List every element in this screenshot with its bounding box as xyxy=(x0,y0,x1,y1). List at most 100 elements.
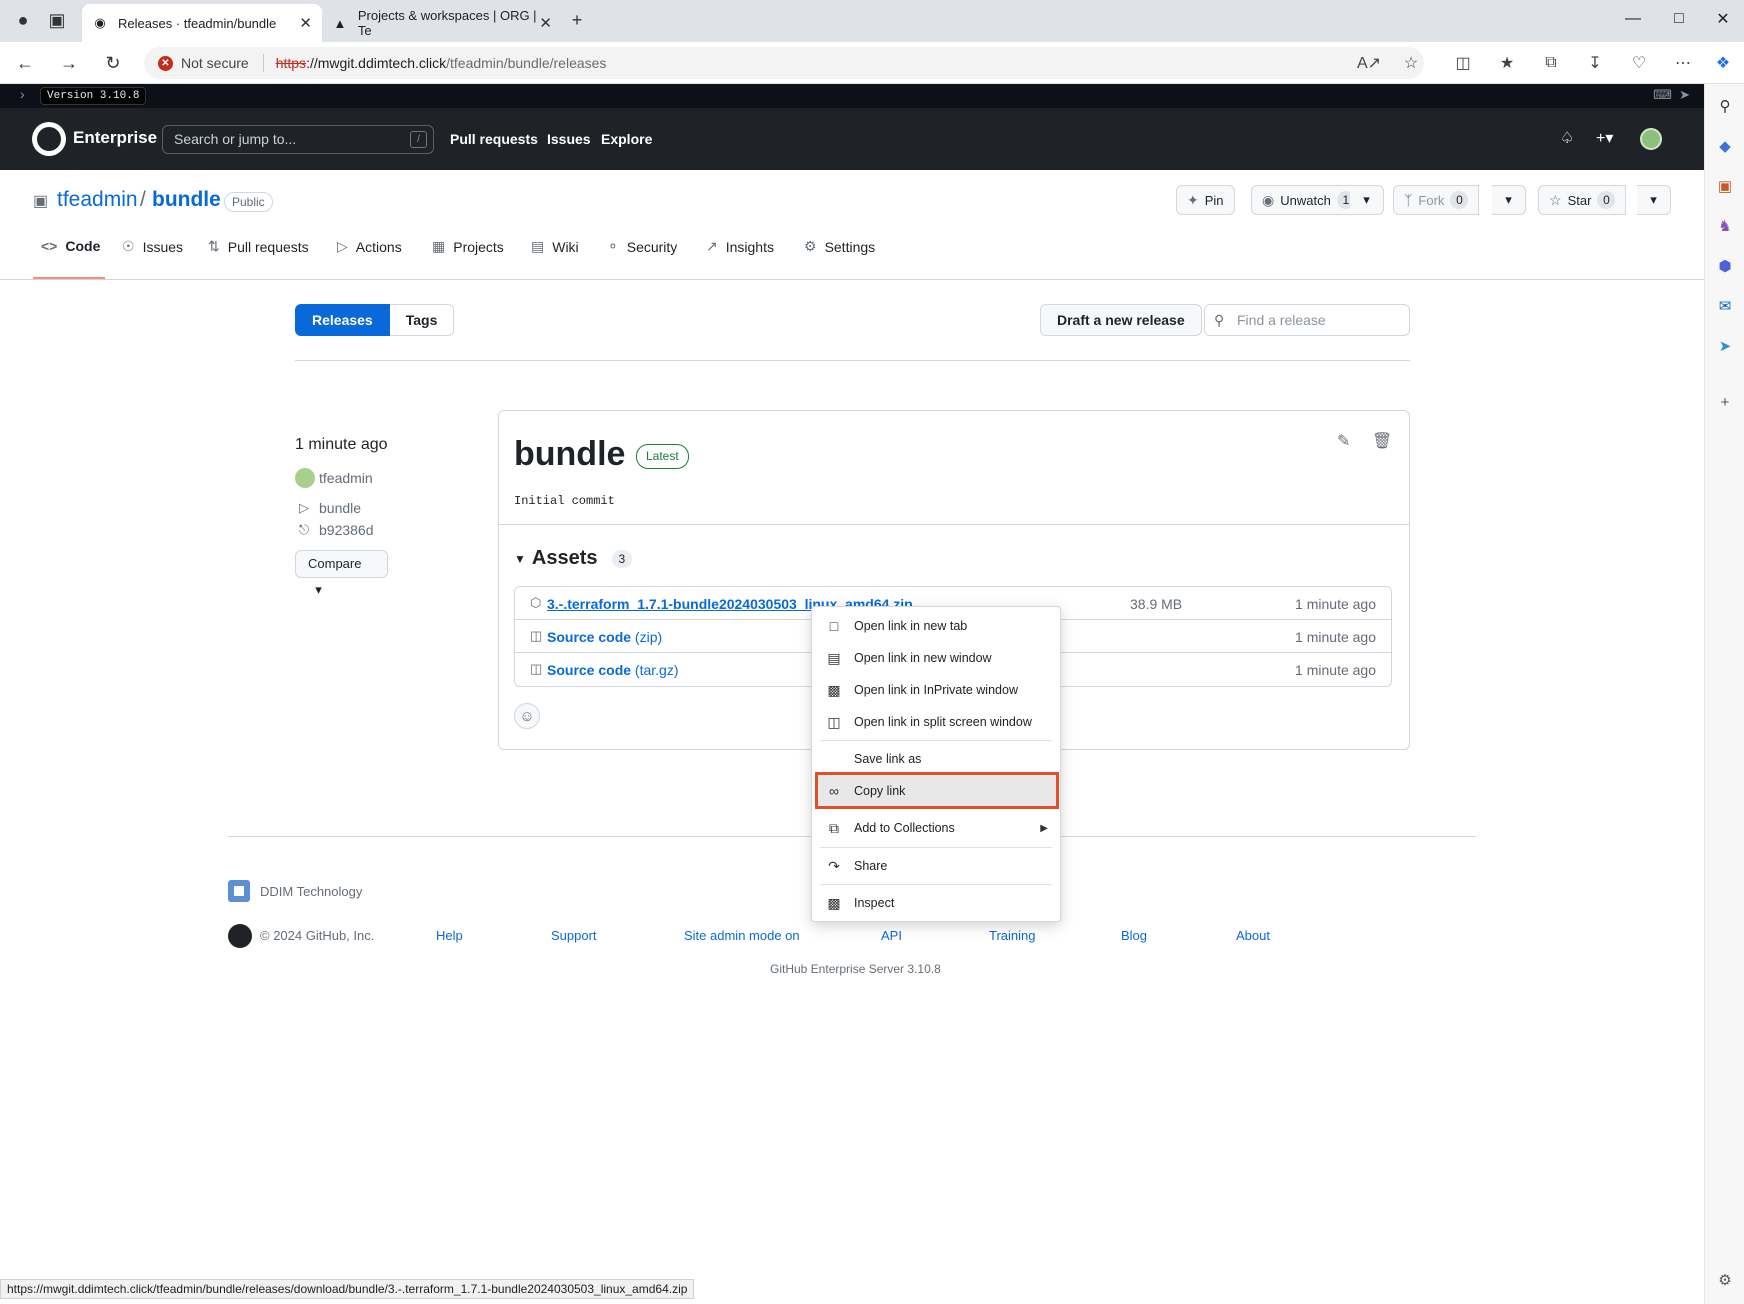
version-bar-icons[interactable]: ⌨ ➤ xyxy=(1653,87,1690,103)
header-brand[interactable]: Enterprise xyxy=(73,128,157,148)
add-reaction-smiley-icon[interactable]: ☺ xyxy=(514,703,540,729)
nav-pull-requests[interactable]: Pull requests xyxy=(450,131,538,147)
tab-settings[interactable]: ⚙ Settings xyxy=(804,238,875,255)
nav-issues[interactable]: Issues xyxy=(547,131,591,147)
footer-link-about[interactable]: About xyxy=(1236,928,1270,943)
close-tab-icon[interactable]: ✕ xyxy=(539,14,552,32)
browser-essentials-icon[interactable]: ♡ xyxy=(1626,51,1652,75)
maximize-icon[interactable]: □ xyxy=(1656,4,1702,34)
release-tag[interactable]: ▷ bundle xyxy=(295,500,361,516)
security-label[interactable]: Not secure xyxy=(181,55,249,71)
delete-trash-icon[interactable]: 🗑 xyxy=(1372,431,1392,451)
tab-actions-icon[interactable]: ▣ xyxy=(42,6,72,34)
compare-button[interactable]: Compare ▾ xyxy=(295,550,388,597)
release-title[interactable]: bundle xyxy=(514,435,625,474)
sidebar-settings-icon[interactable]: ⚙ xyxy=(1715,1270,1735,1290)
release-author[interactable]: tfeadmin xyxy=(295,468,373,488)
menu-copy-link[interactable]: ∞ Copy link xyxy=(812,776,1060,806)
tab-issues[interactable]: ☉ Issues xyxy=(122,238,183,255)
favorites-icon[interactable]: ★ xyxy=(1494,51,1520,75)
star-dropdown[interactable]: ▾ xyxy=(1637,185,1671,215)
file-zip-icon: ◫ xyxy=(530,661,543,676)
minimize-icon[interactable]: — xyxy=(1610,4,1656,34)
menu-open-new-tab[interactable]: □ Open link in new tab xyxy=(812,611,1060,641)
nav-explore[interactable]: Explore xyxy=(601,131,652,147)
reload-icon[interactable]: ↻ xyxy=(98,49,128,77)
downloads-icon[interactable]: ↧ xyxy=(1582,51,1608,75)
browser-tab-projects[interactable]: ▲ Projects & workspaces | ORG | Te ✕ xyxy=(322,4,562,42)
release-time: 1 minute ago xyxy=(295,436,388,453)
menu-save-link-as[interactable]: Save link as xyxy=(812,744,1060,774)
add-sidebar-app-icon[interactable]: + xyxy=(1715,392,1735,412)
chevron-right-icon[interactable]: › xyxy=(20,86,25,102)
user-avatar[interactable] xyxy=(1640,128,1662,150)
browser-tab-releases[interactable]: ◉ Releases · tfeadmin/bundle ✕ xyxy=(82,4,322,42)
edit-pencil-icon[interactable]: ✎ xyxy=(1337,431,1350,451)
footer-link-help[interactable]: Help xyxy=(436,928,463,943)
inspect-icon: ▩ xyxy=(827,894,841,911)
triangle-down-icon: ▼ xyxy=(514,551,526,566)
create-new-plus-icon[interactable]: +▾ xyxy=(1596,128,1613,148)
repo-name-link[interactable]: bundle xyxy=(152,188,221,212)
find-release-input[interactable]: ⚲ Find a release xyxy=(1204,304,1410,336)
footer-link-blog[interactable]: Blog xyxy=(1121,928,1147,943)
tab-tags[interactable]: Tags xyxy=(389,304,455,336)
back-icon[interactable]: ← xyxy=(10,49,40,77)
games-icon[interactable]: ♞ xyxy=(1715,216,1735,236)
drop-icon[interactable]: ➤ xyxy=(1715,336,1735,356)
menu-open-split-screen[interactable]: ◫ Open link in split screen window xyxy=(812,707,1060,737)
repo-owner-link[interactable]: tfeadmin xyxy=(57,188,138,212)
tools-icon[interactable]: ▣ xyxy=(1715,176,1735,196)
outlook-icon[interactable]: ✉ xyxy=(1715,296,1735,316)
tab-insights[interactable]: ↗ Insights xyxy=(706,238,774,255)
menu-add-to-collections[interactable]: ⧉ Add to Collections ▶ xyxy=(812,813,1060,843)
collections-icon[interactable]: ⧉ xyxy=(1538,51,1564,75)
copilot-icon[interactable]: ❖ xyxy=(1710,51,1736,75)
menu-open-inprivate[interactable]: ▩ Open link in InPrivate window xyxy=(812,675,1060,705)
star-button[interactable]: ☆ Star 0 xyxy=(1538,185,1627,215)
tab-releases[interactable]: Releases xyxy=(295,304,390,336)
read-aloud-icon[interactable]: A↗ xyxy=(1356,51,1382,75)
microsoft365-icon[interactable]: ⬢ xyxy=(1715,256,1735,276)
draft-release-button[interactable]: Draft a new release xyxy=(1040,304,1202,336)
shopping-icon[interactable]: ◆ xyxy=(1715,136,1735,156)
more-menu-icon[interactable]: ⋯ xyxy=(1670,51,1696,75)
footer-link-api[interactable]: API xyxy=(881,928,902,943)
window-close-icon[interactable]: ✕ xyxy=(1700,4,1744,34)
gear-icon: ⚙ xyxy=(804,238,817,254)
release-commit[interactable]: ⎋ b92386d xyxy=(295,522,374,538)
url-bar[interactable]: ✕ Not secure https ://mwgit.ddimtech.cli… xyxy=(144,47,1424,79)
footer-link-training[interactable]: Training xyxy=(989,928,1035,943)
new-tab-icon[interactable]: + xyxy=(562,6,592,34)
watch-dropdown[interactable]: ▾ xyxy=(1350,185,1384,215)
tab-wiki[interactable]: ▤ Wiki xyxy=(531,238,579,255)
tab-pull-requests[interactable]: ⇅ Pull requests xyxy=(208,238,309,255)
close-tab-icon[interactable]: ✕ xyxy=(299,14,312,32)
menu-inspect[interactable]: ▩ Inspect xyxy=(812,888,1060,918)
tab-code[interactable]: <> Code xyxy=(41,238,100,254)
footer-link-site-admin[interactable]: Site admin mode on xyxy=(684,928,800,943)
favorite-star-icon[interactable]: ☆ xyxy=(1398,51,1424,75)
tab-security[interactable]: ⚬ Security xyxy=(607,238,677,255)
footer-link-support[interactable]: Support xyxy=(551,928,597,943)
fork-dropdown[interactable]: ▾ xyxy=(1492,185,1526,215)
split-screen-icon[interactable]: ◫ xyxy=(1450,51,1476,75)
github-logo-icon[interactable] xyxy=(32,122,66,156)
fork-button[interactable]: ᛉ Fork 0 xyxy=(1393,185,1480,215)
tab-actions[interactable]: ▷ Actions xyxy=(337,238,402,255)
search-input[interactable]: Search or jump to... / xyxy=(162,125,434,154)
asset-time: 1 minute ago xyxy=(1295,662,1376,678)
search-icon[interactable]: ⚲ xyxy=(1715,96,1735,116)
notifications-bell-icon[interactable]: ♤ xyxy=(1560,128,1574,148)
unwatch-button[interactable]: ◉ Unwatch 1 xyxy=(1251,185,1366,215)
profile-icon[interactable]: ● xyxy=(8,6,38,34)
menu-share[interactable]: ↷ Share xyxy=(812,851,1060,881)
asset-link[interactable]: Source code (tar.gz) xyxy=(547,662,679,678)
menu-open-new-window[interactable]: ▤ Open link in new window xyxy=(812,643,1060,673)
assets-summary[interactable]: ▼ Assets 3 xyxy=(514,547,633,570)
tab-projects[interactable]: ▦ Projects xyxy=(432,238,504,255)
github-mark-icon[interactable] xyxy=(228,924,252,948)
asset-link[interactable]: Source code (zip) xyxy=(547,629,662,645)
forward-icon[interactable]: → xyxy=(54,49,84,77)
pin-button[interactable]: ✦ Pin xyxy=(1176,185,1235,215)
